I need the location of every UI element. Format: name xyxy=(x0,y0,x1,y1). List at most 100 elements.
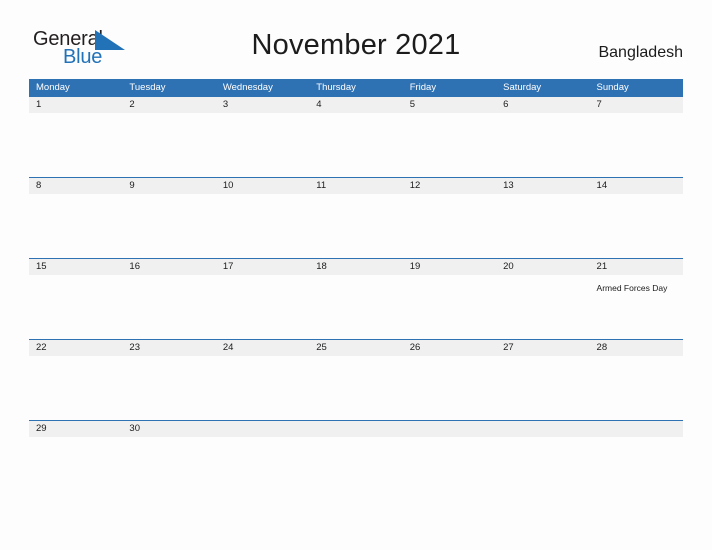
day-events[interactable] xyxy=(216,356,309,420)
day-cell[interactable]: 11 xyxy=(309,178,402,194)
day-events[interactable] xyxy=(309,356,402,420)
day-events[interactable] xyxy=(590,437,683,501)
day-cell[interactable]: 27 xyxy=(496,340,589,356)
day-cell[interactable] xyxy=(403,421,496,437)
day-events[interactable] xyxy=(496,275,589,339)
weekday-header-saturday: Saturday xyxy=(503,82,542,93)
day-cell[interactable]: 18 xyxy=(309,259,402,275)
day-cell[interactable]: 24 xyxy=(216,340,309,356)
day-number: 16 xyxy=(129,261,140,272)
day-cell[interactable]: 22 xyxy=(29,340,122,356)
day-events[interactable] xyxy=(309,113,402,177)
day-number: 26 xyxy=(409,342,421,353)
day-cell[interactable]: 16 xyxy=(122,259,215,275)
day-cell[interactable]: 25 xyxy=(309,340,402,356)
day-cell[interactable]: 30 xyxy=(122,421,215,437)
day-cell[interactable]: 2 xyxy=(122,97,215,113)
weekday-header-sunday: Sunday xyxy=(596,82,629,93)
day-number: 13 xyxy=(503,180,514,191)
week-date-band: 22 23 24 25 26 27 28 xyxy=(29,340,683,356)
day-events[interactable] xyxy=(216,113,309,177)
day-cell[interactable]: 6 xyxy=(496,97,589,113)
day-events[interactable] xyxy=(496,113,589,177)
day-events[interactable] xyxy=(309,194,402,258)
day-number: 29 xyxy=(36,423,47,434)
day-cell[interactable] xyxy=(309,421,402,437)
weekday-header-row: Monday Tuesday Wednesday Thursday Friday… xyxy=(29,79,683,96)
day-events[interactable] xyxy=(403,437,496,501)
day-events[interactable] xyxy=(122,356,215,420)
week-row: 1 2 3 4 5 6 7 xyxy=(29,96,683,177)
day-cell[interactable] xyxy=(590,421,683,437)
day-events[interactable] xyxy=(403,275,496,339)
day-events[interactable] xyxy=(496,437,589,501)
day-cell[interactable]: 9 xyxy=(122,178,215,194)
day-cell[interactable]: 19 xyxy=(403,259,496,275)
day-events[interactable] xyxy=(122,437,215,501)
day-events[interactable] xyxy=(122,113,215,177)
day-events[interactable] xyxy=(122,275,215,339)
day-events[interactable] xyxy=(29,275,122,339)
day-events[interactable] xyxy=(216,194,309,258)
day-events[interactable] xyxy=(403,194,496,258)
day-cell[interactable]: 13 xyxy=(496,178,589,194)
day-events[interactable] xyxy=(122,194,215,258)
day-events[interactable] xyxy=(496,356,589,420)
day-cell[interactable]: 21 xyxy=(590,259,683,275)
day-events-armed-forces-day[interactable]: Armed Forces Day xyxy=(590,275,683,339)
day-events[interactable] xyxy=(29,356,122,420)
day-cell[interactable]: 15 xyxy=(29,259,122,275)
day-number: 18 xyxy=(316,261,327,272)
day-events[interactable] xyxy=(29,113,122,177)
day-events[interactable] xyxy=(496,194,589,258)
day-cell[interactable] xyxy=(496,421,589,437)
day-number: 23 xyxy=(129,342,140,353)
day-number: 12 xyxy=(409,180,421,191)
day-events[interactable] xyxy=(29,194,122,258)
day-cell[interactable]: 8 xyxy=(29,178,122,194)
week-events-layer xyxy=(29,113,683,177)
week-date-band: 15 16 17 18 19 20 21 xyxy=(29,259,683,275)
day-events[interactable] xyxy=(216,275,309,339)
day-cell[interactable]: 26 xyxy=(403,340,496,356)
day-cell[interactable]: 17 xyxy=(216,259,309,275)
page-header: General Blue November 2021 Bangladesh xyxy=(0,0,712,76)
week-events-layer xyxy=(29,194,683,258)
week-date-band: 8 9 10 11 12 13 14 xyxy=(29,178,683,194)
day-events[interactable] xyxy=(216,437,309,501)
day-cell[interactable]: 7 xyxy=(590,97,683,113)
day-cell[interactable]: 3 xyxy=(216,97,309,113)
weekday-header-thursday: Thursday xyxy=(316,82,356,93)
weekday-header-tuesday: Tuesday xyxy=(129,82,166,93)
week-events-layer xyxy=(29,437,683,501)
weekday-header-monday: Monday xyxy=(36,82,70,93)
week-row: 22 23 24 25 26 27 28 xyxy=(29,339,683,420)
day-cell[interactable]: 1 xyxy=(29,97,122,113)
day-number: 11 xyxy=(316,180,327,191)
day-number: 22 xyxy=(36,342,47,353)
day-number: 19 xyxy=(409,261,421,272)
day-cell[interactable]: 29 xyxy=(29,421,122,437)
day-cell[interactable] xyxy=(216,421,309,437)
day-cell[interactable]: 14 xyxy=(590,178,683,194)
day-number: 21 xyxy=(596,261,608,272)
day-events[interactable] xyxy=(403,113,496,177)
country-label: Bangladesh xyxy=(598,44,683,61)
day-events[interactable] xyxy=(309,275,402,339)
day-cell[interactable]: 20 xyxy=(496,259,589,275)
day-cell[interactable]: 10 xyxy=(216,178,309,194)
weekday-header-wednesday: Wednesday xyxy=(222,82,273,93)
day-events[interactable] xyxy=(590,113,683,177)
day-events[interactable] xyxy=(590,194,683,258)
day-events[interactable] xyxy=(590,356,683,420)
day-cell[interactable]: 23 xyxy=(122,340,215,356)
day-number: 6 xyxy=(503,99,509,110)
day-number: 3 xyxy=(222,99,229,110)
day-events[interactable] xyxy=(309,437,402,501)
day-cell[interactable]: 5 xyxy=(403,97,496,113)
day-cell[interactable]: 12 xyxy=(403,178,496,194)
day-events[interactable] xyxy=(29,437,122,501)
day-cell[interactable]: 28 xyxy=(590,340,683,356)
day-events[interactable] xyxy=(403,356,496,420)
day-cell[interactable]: 4 xyxy=(309,97,402,113)
